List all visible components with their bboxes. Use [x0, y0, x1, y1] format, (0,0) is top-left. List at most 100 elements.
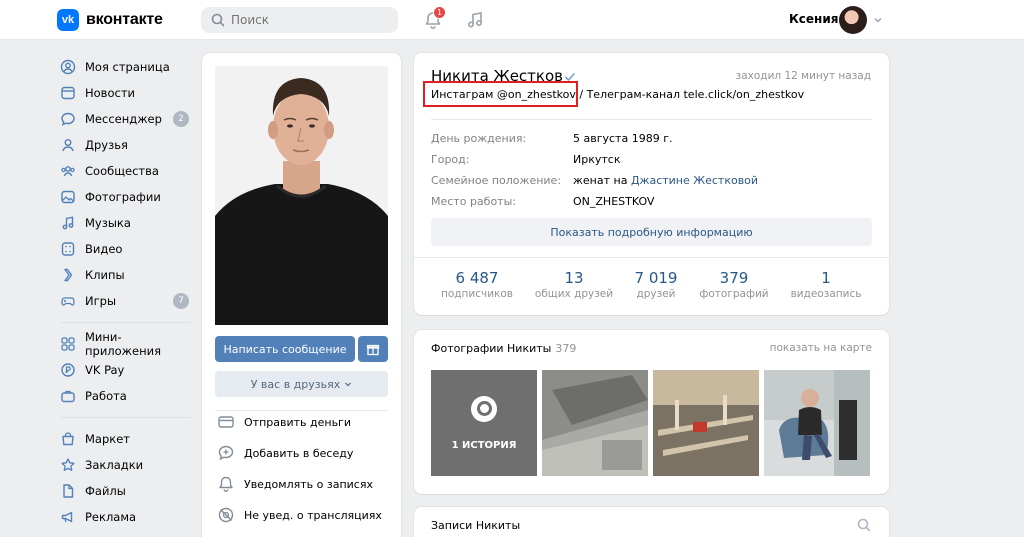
sidebar-item-market[interactable]: Маркет [57, 426, 197, 452]
photo-thumbnail[interactable] [653, 370, 759, 476]
sidebar-item-label: Файлы [85, 484, 126, 498]
show-details-button[interactable]: Показать подробную информацию [431, 218, 872, 246]
in-friends-button[interactable]: У вас в друзьях [215, 371, 388, 397]
info-divider [431, 119, 872, 120]
sidebar-item-friends[interactable]: Друзья [57, 132, 197, 158]
action-label: Отправить деньги [244, 415, 351, 429]
messenger-count-badge: 2 [173, 111, 189, 127]
profile-info-card: Никита Жестков заходил 12 минут назад Ин… [414, 53, 889, 315]
sidebar-item-label: Друзья [85, 138, 128, 152]
info-row-work: Место работы: ON_ZHESTKOV [431, 195, 654, 208]
spouse-link[interactable]: Джастине Жестковой [631, 174, 758, 187]
sidebar-item-label: Маркет [85, 432, 130, 446]
music-note-icon [60, 215, 76, 231]
counter-friends[interactable]: 7 019 друзей [611, 269, 701, 300]
sidebar-item-jobs[interactable]: Работа [57, 383, 197, 409]
counter-number: 7 019 [634, 269, 678, 287]
photos-count: 379 [555, 342, 577, 355]
search-box[interactable] [201, 7, 398, 33]
info-row-relationship: Семейное положение: женат на Джастине Же… [431, 174, 758, 187]
search-icon[interactable] [857, 518, 871, 532]
counter-label: фотографий [699, 288, 769, 300]
sidebar-item-clips[interactable]: Клипы [57, 262, 197, 288]
add-to-chat-action[interactable]: Добавить в беседу [217, 443, 353, 463]
sidebar-item-files[interactable]: Файлы [57, 478, 197, 504]
gift-button[interactable] [358, 336, 388, 362]
photos-card: Фотографии Никиты 379 показать на карте 1… [414, 330, 889, 494]
counter-number: 379 [719, 269, 749, 287]
search-input[interactable] [231, 13, 391, 27]
sidebar-item-news[interactable]: Новости [57, 80, 197, 106]
user-circle-icon [60, 59, 76, 75]
left-sidebar: Моя страница Новости Мессенджер 2 Друзья… [57, 54, 197, 530]
sidebar-item-label: Мессенджер [85, 112, 162, 126]
sidebar-item-label: Новости [85, 86, 135, 100]
sidebar-item-vk-pay[interactable]: VK Pay [57, 357, 197, 383]
sidebar-item-music[interactable]: Музыка [57, 210, 197, 236]
info-key: День рождения: [431, 132, 527, 145]
counter-number: 1 [821, 269, 831, 287]
profile-photo[interactable] [215, 66, 388, 325]
counter-number: 13 [564, 269, 584, 287]
money-transfer-icon [217, 413, 235, 431]
chevron-down-icon [345, 382, 352, 387]
star-icon [60, 457, 76, 473]
sidebar-item-ads[interactable]: Реклама [57, 504, 197, 530]
top-header: vk вконтакте 1 Ксения [0, 0, 1024, 40]
counter-number: 6 487 [455, 269, 499, 287]
action-label: Не увед. о трансляциях [244, 508, 382, 522]
notify-posts-action[interactable]: Уведомлять о записях [217, 474, 373, 494]
sidebar-item-video[interactable]: Видео [57, 236, 197, 262]
posts-title[interactable]: Записи Никиты [431, 519, 520, 532]
counter-label: подписчиков [441, 288, 513, 300]
user-name[interactable]: Ксения [789, 12, 838, 26]
action-label: Уведомлять о записях [244, 477, 373, 491]
show-on-map-link[interactable]: показать на карте [770, 342, 872, 354]
photo-thumbnail[interactable] [764, 370, 870, 476]
chevron-down-icon[interactable] [873, 15, 883, 25]
grid-icon [60, 336, 76, 352]
photos-title[interactable]: Фотографии Никиты 379 [431, 342, 576, 355]
no-broadcast-notify-action[interactable]: Не увед. о трансляциях [217, 505, 382, 525]
coin-icon [60, 362, 76, 378]
broadcast-off-icon [217, 506, 235, 524]
sidebar-item-games[interactable]: Игры 7 [57, 288, 197, 314]
status-telegram: Телеграм-канал tele.click/on_zhestkov [583, 88, 805, 101]
counter-label: видеозапись [790, 288, 862, 300]
search-icon [211, 13, 225, 27]
sidebar-item-communities[interactable]: Сообщества [57, 158, 197, 184]
sidebar-item-my-page[interactable]: Моя страница [57, 54, 197, 80]
counter-followers[interactable]: 6 487 подписчиков [432, 269, 522, 300]
in-friends-label: У вас в друзьях [250, 377, 341, 391]
counter-photos[interactable]: 379 фотографий [689, 269, 779, 300]
actions-divider [215, 410, 388, 411]
sidebar-item-messenger[interactable]: Мессенджер 2 [57, 106, 197, 132]
work-link[interactable]: ON_ZHESTKOV [573, 195, 654, 208]
write-message-button[interactable]: Написать сообщение [215, 336, 355, 362]
music-note-icon[interactable] [465, 10, 485, 30]
counter-videos[interactable]: 1 видеозапись [781, 269, 871, 300]
sidebar-item-label: Музыка [85, 216, 131, 230]
send-money-action[interactable]: Отправить деньги [217, 412, 351, 432]
vk-logo-icon: vk [57, 9, 79, 31]
relationship-value: женат на Джастине Жестковой [573, 174, 758, 187]
sidebar-item-photos[interactable]: Фотографии [57, 184, 197, 210]
story-thumbnail[interactable]: 1 ИСТОРИЯ [431, 370, 537, 476]
info-row-city: Город: Иркутск [431, 153, 620, 166]
person-icon [60, 137, 76, 153]
counter-label: общих друзей [534, 288, 614, 300]
sidebar-item-mini-apps[interactable]: Мини-приложения [57, 330, 197, 358]
file-icon [60, 483, 76, 499]
birthday-link[interactable]: 5 августа 1989 г. [573, 132, 672, 145]
clips-icon [60, 267, 76, 283]
counter-mutual-friends[interactable]: 13 общих друзей [529, 269, 619, 300]
avatar[interactable] [839, 6, 867, 34]
info-key: Семейное положение: [431, 174, 562, 187]
sidebar-item-bookmarks[interactable]: Закладки [57, 452, 197, 478]
city-link[interactable]: Иркутск [573, 153, 620, 166]
photo-thumbnail[interactable] [542, 370, 648, 476]
story-ring-icon [471, 395, 497, 422]
chat-bubble-icon [60, 111, 76, 127]
vk-logo[interactable]: vk вконтакте [57, 9, 163, 31]
sidebar-item-label: Работа [85, 389, 127, 403]
